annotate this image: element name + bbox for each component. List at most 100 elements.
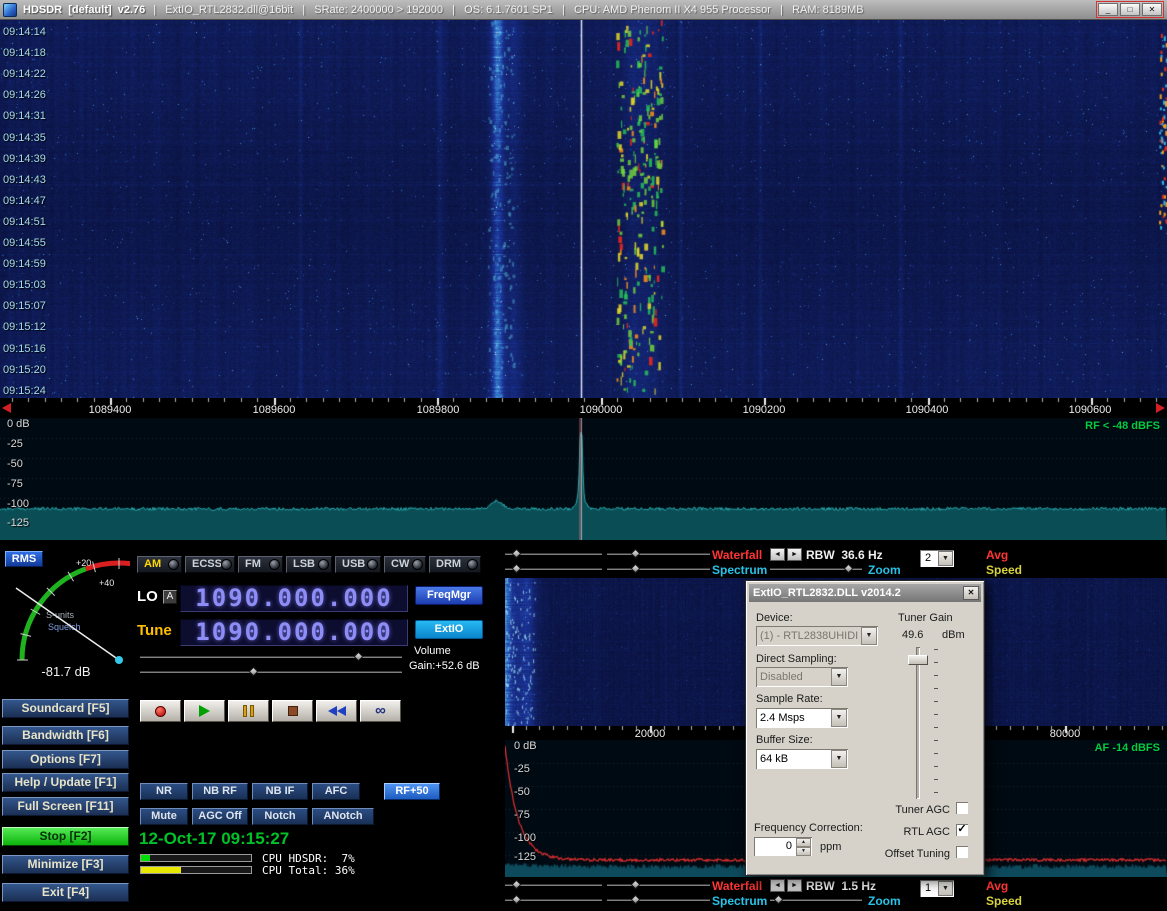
minimize-button[interactable]: _: [1098, 3, 1118, 16]
mode-drm[interactable]: DRM: [429, 556, 481, 573]
slider-thumb[interactable]: [511, 548, 522, 559]
slider-thumb[interactable]: [630, 563, 641, 574]
af-db-scale-label: -50: [514, 786, 530, 798]
pause-button[interactable]: [228, 700, 269, 722]
af-zoom-slider[interactable]: [770, 894, 862, 905]
bandwidth-button[interactable]: Bandwidth [F6]: [2, 726, 129, 745]
af-spectrum-upper-slider[interactable]: [505, 894, 602, 905]
rewind-button[interactable]: [316, 700, 357, 722]
af-waterfall-lower-slider[interactable]: [607, 879, 710, 890]
spin-down-icon[interactable]: ▼: [796, 847, 811, 856]
chevron-down-icon[interactable]: ▼: [938, 551, 953, 566]
af-rbw-decrease-button[interactable]: ◄: [770, 879, 785, 892]
nb-if-button[interactable]: NB IF: [252, 783, 308, 800]
mode-ecss[interactable]: ECSS: [185, 556, 235, 573]
chevron-down-icon[interactable]: ▼: [831, 668, 847, 686]
ppm-label: ppm: [820, 841, 842, 853]
mode-am[interactable]: AM: [137, 556, 182, 573]
nr-button[interactable]: NR: [140, 783, 188, 800]
slider-thumb[interactable]: [511, 563, 522, 574]
minimize-app-button[interactable]: Minimize [F3]: [2, 855, 129, 874]
rf-zoom-slider[interactable]: [770, 563, 862, 574]
mute-button[interactable]: Mute: [140, 808, 188, 825]
volume-slider[interactable]: [140, 651, 402, 662]
rbw-increase-button[interactable]: ►: [787, 548, 802, 561]
nb-rf-button[interactable]: NB RF: [192, 783, 248, 800]
rf-waterfall[interactable]: 09:14:14 09:14:18 09:14:22 09:14:26 09:1…: [0, 20, 1167, 398]
chevron-down-icon[interactable]: ▼: [831, 709, 847, 727]
mode-lsb[interactable]: LSB: [286, 556, 332, 573]
mode-cw[interactable]: CW: [384, 556, 426, 573]
window-title-info: | ExtIO_RTL2832.dll@16bit | SRate: 24000…: [153, 3, 864, 16]
gain-slider[interactable]: [140, 666, 402, 677]
stop-button[interactable]: Stop [F2]: [2, 827, 129, 846]
loop-button[interactable]: ∞: [360, 700, 401, 722]
device-select[interactable]: (1) - RTL2838UHIDI ▼: [756, 626, 878, 646]
rf-zoom-slider-thumb[interactable]: [843, 563, 854, 574]
rx-channel-button[interactable]: A: [163, 590, 177, 604]
slider-thumb[interactable]: [630, 548, 641, 559]
freq-correction-input[interactable]: 0 ▲ ▼: [754, 837, 812, 856]
mode-fm[interactable]: FM: [238, 556, 283, 573]
maximize-button[interactable]: □: [1120, 3, 1140, 16]
record-button[interactable]: [140, 700, 181, 722]
rf-spectrum-lower-slider[interactable]: [607, 563, 710, 574]
anotch-button[interactable]: ANotch: [312, 808, 374, 825]
scale-left-arrow-icon[interactable]: [2, 403, 11, 413]
afc-button[interactable]: AFC: [312, 783, 360, 800]
buffer-size-select[interactable]: 64 kB ▼: [756, 749, 848, 769]
close-button[interactable]: ✕: [1142, 3, 1162, 16]
stop-playback-button[interactable]: [272, 700, 313, 722]
scale-right-arrow-icon[interactable]: [1156, 403, 1165, 413]
options-button[interactable]: Options [F7]: [2, 750, 129, 769]
slider-thumb[interactable]: [630, 879, 641, 890]
tuner-agc-checkbox[interactable]: [956, 802, 968, 814]
chevron-down-icon[interactable]: ▼: [831, 750, 847, 768]
direct-sampling-select[interactable]: Disabled ▼: [756, 667, 848, 687]
full-screen-button[interactable]: Full Screen [F11]: [2, 797, 129, 816]
slider-thumb[interactable]: [511, 894, 522, 905]
chevron-down-icon[interactable]: ▼: [861, 627, 877, 645]
help-update-button[interactable]: Help / Update [F1]: [2, 773, 129, 792]
rf-frequency-scale[interactable]: 1089400 1089600 1089800 1090000 1090200 …: [0, 398, 1167, 418]
rf-spectrum-canvas[interactable]: [0, 418, 1167, 540]
exit-button[interactable]: Exit [F4]: [2, 883, 129, 902]
tune-frequency-display[interactable]: 1090.000.000: [180, 619, 408, 646]
notch-button[interactable]: Notch: [252, 808, 308, 825]
volume-slider-thumb[interactable]: [353, 651, 364, 662]
play-button[interactable]: [184, 700, 225, 722]
freqmgr-button[interactable]: FreqMgr: [415, 586, 483, 605]
rf-plus50-button[interactable]: RF+50: [384, 783, 440, 800]
sample-rate-select[interactable]: 2.4 Msps ▼: [756, 708, 848, 728]
rf-waterfall-lower-slider[interactable]: [607, 548, 710, 559]
rf-avg-select[interactable]: 2 ▼: [920, 550, 954, 567]
gain-slider-thumb[interactable]: [248, 666, 259, 677]
tuner-gain-slider[interactable]: [904, 647, 938, 799]
lo-frequency-display[interactable]: 1090.000.000: [180, 585, 408, 612]
chevron-down-icon[interactable]: ▼: [938, 881, 953, 896]
tuner-gain-slider-thumb[interactable]: [908, 655, 928, 665]
rf-spectrum[interactable]: 0 dB -25 -50 -75 -100 -125 RF < -48 dBFS: [0, 418, 1167, 540]
pause-icon: [243, 705, 254, 717]
af-zoom-slider-thumb[interactable]: [773, 894, 784, 905]
slider-thumb[interactable]: [630, 894, 641, 905]
meter-mode-button[interactable]: RMS: [5, 551, 43, 567]
mode-usb[interactable]: USB: [335, 556, 381, 573]
rf-spectrum-upper-slider[interactable]: [505, 563, 602, 574]
rtl-agc-checkbox[interactable]: ✓: [956, 824, 968, 836]
agc-off-button[interactable]: AGC Off: [192, 808, 248, 825]
soundcard-button[interactable]: Soundcard [F5]: [2, 699, 129, 718]
af-rbw-increase-button[interactable]: ►: [787, 879, 802, 892]
slider-thumb[interactable]: [511, 879, 522, 890]
af-avg-select[interactable]: 1 ▼: [920, 880, 954, 897]
rbw-decrease-button[interactable]: ◄: [770, 548, 785, 561]
extio-dialog-titlebar[interactable]: ExtIO_RTL2832.DLL v2014.2 ✕: [749, 584, 981, 602]
extio-button[interactable]: ExtIO: [415, 620, 483, 639]
offset-tuning-checkbox[interactable]: [956, 846, 968, 858]
af-waterfall-upper-slider[interactable]: [505, 879, 602, 890]
spin-up-icon[interactable]: ▲: [796, 838, 811, 847]
extio-dialog-close-button[interactable]: ✕: [963, 586, 979, 600]
rf-waterfall-upper-slider[interactable]: [505, 548, 602, 559]
af-spectrum-lower-slider[interactable]: [607, 894, 710, 905]
rf-waterfall-canvas[interactable]: [0, 20, 1167, 398]
